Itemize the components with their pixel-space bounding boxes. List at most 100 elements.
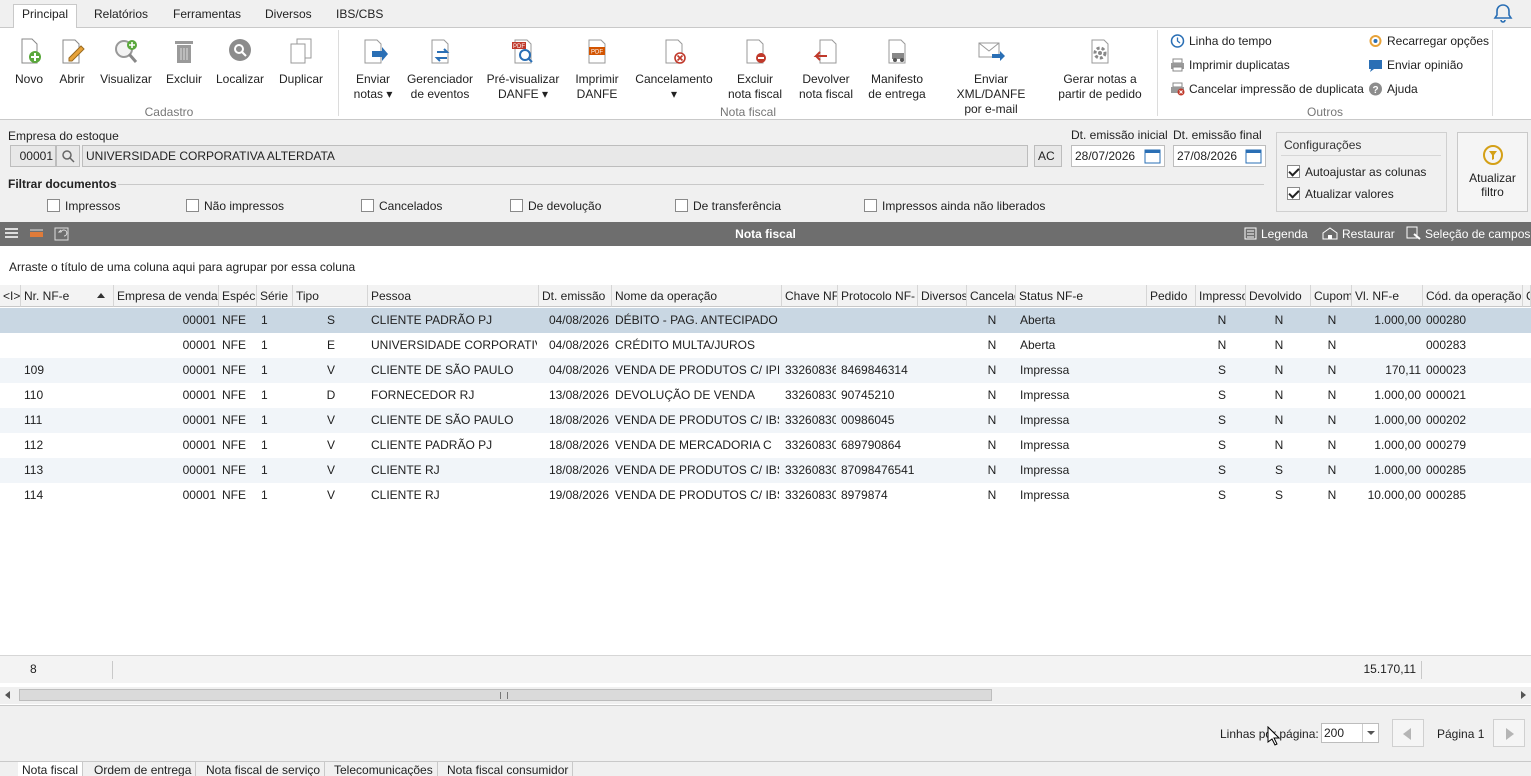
summary-row: 8 15.170,11	[0, 655, 1531, 683]
autoajustar-checkbox[interactable]: Autoajustar as colunas	[1287, 165, 1426, 179]
tab-ferramentas[interactable]: Ferramentas	[165, 5, 249, 28]
pre-visualizar-danfe-button[interactable]: PDF Pré-visualizar DANFE ▾	[484, 36, 562, 102]
col-cupom-header[interactable]: Cupom	[1311, 285, 1352, 307]
col-nr-nfe-header[interactable]: Nr. NF-e	[21, 285, 114, 307]
col-pessoa-header[interactable]: Pessoa	[368, 285, 539, 307]
send-document-icon	[364, 39, 388, 64]
excluir-nota-button[interactable]: Excluir nota fiscal	[724, 36, 786, 102]
cancelados-checkbox[interactable]: Cancelados	[361, 199, 442, 213]
col-protocolo-nf-cell: 87098476541	[841, 463, 915, 477]
linha-do-tempo-button[interactable]: Linha do tempo	[1170, 32, 1272, 50]
selecao-campos-button[interactable]: Seleção de campos	[1406, 222, 1530, 246]
col-pedido-header[interactable]: Pedido	[1147, 285, 1196, 307]
empresa-code-field[interactable]: 00001	[10, 145, 56, 167]
enviar-notas-button[interactable]: Enviar notas ▾	[350, 36, 396, 102]
bell-icon[interactable]	[1492, 2, 1514, 24]
col-diversos-header[interactable]: Diversos	[918, 285, 967, 307]
visualizar-label: Visualizar	[100, 72, 152, 86]
col-diversos-cell	[920, 433, 965, 458]
col-protocolo-nf-header[interactable]: Protocolo NF-	[838, 285, 918, 307]
visualizar-button[interactable]: Visualizar	[98, 36, 154, 87]
col-nr-nfe-cell: 112	[24, 438, 44, 452]
previous-page-button[interactable]	[1392, 719, 1424, 747]
scroll-right-icon[interactable]	[1521, 691, 1526, 699]
tab-principal[interactable]: Principal	[13, 4, 78, 29]
col-status-nfe-header[interactable]: Status NF-e	[1016, 285, 1147, 307]
table-row[interactable]: 00001 NFE 1 E UNIVERSIDADE CORPORATIVA A 04/0…	[0, 333, 1531, 358]
impressos-nao-liberados-checkbox[interactable]: Impressos ainda não liberados	[864, 199, 1045, 213]
legenda-button[interactable]: Legenda	[1244, 222, 1308, 246]
col-serie-cell: 1	[261, 413, 268, 427]
col-devolvido-header[interactable]: Devolvido	[1246, 285, 1311, 307]
svg-text:PDF: PDF	[513, 44, 525, 50]
table-row[interactable]: 110 00001 NFE 1 D FORNECEDOR RJ 13/08/2026 DEVO…	[0, 383, 1531, 408]
col-pessoa-cell: CLIENTE DE SÃO PAULO	[371, 363, 514, 377]
col-vl-nfe-header[interactable]: Vl. NF-e	[1352, 285, 1423, 307]
atualizar-valores-checkbox[interactable]: Atualizar valores	[1287, 187, 1394, 201]
atualizar-filtro-button[interactable]: Atualizar filtro	[1457, 132, 1528, 212]
table-row[interactable]: 112 00001 NFE 1 V CLIENTE PADRÃO PJ 18/08/2026…	[0, 433, 1531, 458]
abrir-button[interactable]: Abrir	[55, 36, 89, 87]
col-empresa-venda-header[interactable]: Empresa de venda	[114, 285, 219, 307]
col-cod-operacao-header[interactable]: Cód. da operação	[1423, 285, 1523, 307]
empresa-search-button[interactable]	[56, 145, 80, 167]
impressos-label: Impressos	[65, 199, 121, 213]
imprimir-duplicatas-button[interactable]: Imprimir duplicatas	[1170, 56, 1290, 74]
col-protocolo-nf-cell	[841, 333, 916, 358]
horizontal-scrollbar[interactable]	[0, 687, 1531, 704]
tab-diversos[interactable]: Diversos	[257, 5, 320, 28]
page-indicator: Página 1	[1437, 727, 1485, 741]
de-devolucao-checkbox[interactable]: De devolução	[510, 199, 601, 213]
cancelamento-label2: ▾	[670, 87, 678, 101]
configuracoes-label: Configurações	[1284, 138, 1362, 152]
table-row[interactable]: 00001 NFE 1 S CLIENTE PADRÃO PJ 04/08/2026 DÉB…	[0, 308, 1531, 333]
impressos-checkbox[interactable]: Impressos	[47, 199, 120, 213]
col-indicator-header[interactable]: <I>	[0, 285, 21, 307]
tab-relatorios[interactable]: Relatórios	[86, 5, 156, 28]
group-by-hint: Arraste o título de uma coluna aqui para…	[9, 260, 356, 274]
de-transferencia-checkbox[interactable]: De transferência	[675, 199, 781, 213]
table-row[interactable]: 109 00001 NFE 1 V CLIENTE DE SÃO PAULO 04/08/2…	[0, 358, 1531, 383]
chevron-down-icon[interactable]	[1362, 724, 1378, 742]
restaurar-button[interactable]: Restaurar	[1322, 222, 1395, 246]
enviar-opiniao-button[interactable]: Enviar opinião	[1368, 56, 1463, 74]
table-row[interactable]: 111 00001 NFE 1 V CLIENTE DE SÃO PAULO 18/08/2…	[0, 408, 1531, 433]
recarregar-opcoes-button[interactable]: Recarregar opções	[1368, 32, 1489, 50]
col-serie-header[interactable]: Série	[257, 285, 293, 307]
col-especie-cell: NFE	[222, 388, 246, 402]
col-pedido-cell	[1150, 358, 1195, 383]
col-tipo-header[interactable]: Tipo	[293, 285, 368, 307]
imprimir-danfe-button[interactable]: PDF Imprimir DANFE	[571, 36, 623, 102]
col-nome-operacao-header[interactable]: Nome da operação	[612, 285, 782, 307]
ajuda-button[interactable]: ? Ajuda	[1368, 80, 1418, 98]
col-extra-header[interactable]: C	[1523, 285, 1531, 307]
excluir-button[interactable]: Excluir	[164, 36, 204, 87]
gerenciador-eventos-button[interactable]: Gerenciador de eventos	[405, 36, 475, 102]
next-page-button[interactable]	[1493, 719, 1525, 747]
col-impresso-header[interactable]: Impresso	[1196, 285, 1246, 307]
col-chave-nf-header[interactable]: Chave NF	[782, 285, 838, 307]
novo-label: Novo	[14, 72, 43, 86]
cancelamento-button[interactable]: Cancelamento ▾	[633, 36, 715, 102]
col-pedido-cell	[1150, 483, 1195, 508]
cancelar-impressao-duplicata-button[interactable]: Cancelar impressão de duplicata	[1170, 80, 1364, 98]
mouse-cursor-icon	[1267, 726, 1280, 746]
calendar-icon[interactable]	[1245, 148, 1262, 164]
duplicar-button[interactable]: Duplicar	[276, 36, 326, 87]
col-cancelada-header[interactable]: Cancelad	[967, 285, 1016, 307]
novo-button[interactable]: Novo	[10, 36, 48, 87]
tab-ibs-cbs[interactable]: IBS/CBS	[328, 5, 391, 28]
col-especie-header[interactable]: Espécie	[219, 285, 257, 307]
table-row[interactable]: 114 00001 NFE 1 V CLIENTE RJ 19/08/2026 VENDA D…	[0, 483, 1531, 508]
scroll-left-icon[interactable]	[5, 691, 10, 699]
manifesto-entrega-button[interactable]: Manifesto de entrega	[865, 36, 929, 102]
table-row[interactable]: 113 00001 NFE 1 V CLIENTE RJ 18/08/2026 VENDA D…	[0, 458, 1531, 483]
localizar-button[interactable]: Localizar	[214, 36, 266, 87]
col-dt-emissao-header[interactable]: Dt. emissão	[539, 285, 612, 307]
nao-impressos-checkbox[interactable]: Não impressos	[186, 199, 284, 213]
linhas-por-pagina-select[interactable]: 200	[1321, 723, 1379, 743]
excluir-label: Excluir	[165, 72, 202, 86]
gerar-notas-button[interactable]: Gerar notas a partir de pedido	[1054, 36, 1146, 102]
devolver-nota-button[interactable]: Devolver nota fiscal	[796, 36, 856, 102]
calendar-icon[interactable]	[1144, 148, 1161, 164]
